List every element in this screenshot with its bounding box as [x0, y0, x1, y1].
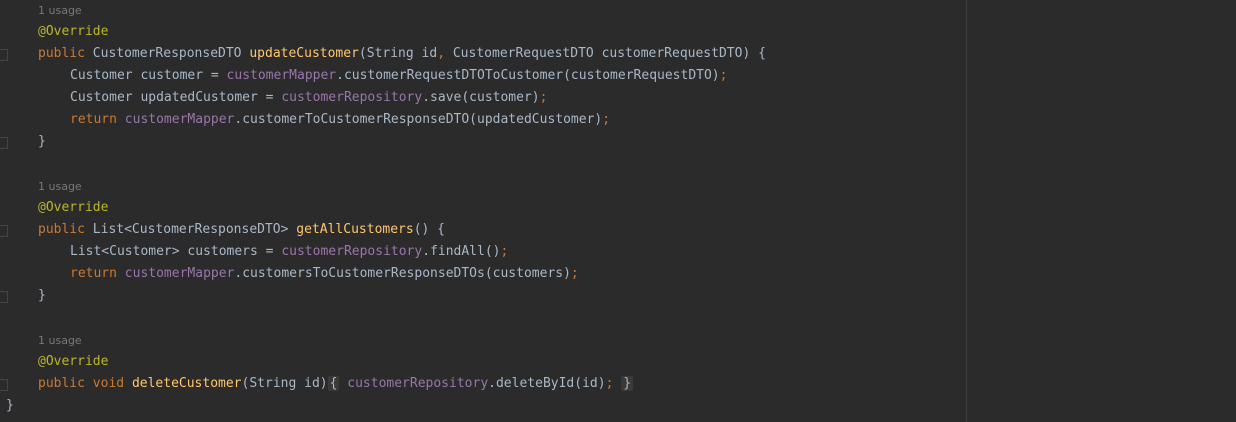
closing-brace: }: [38, 285, 46, 307]
method-call: .customerRequestDTOToCustomer(customerRe…: [336, 68, 720, 83]
annotation-line: @Override: [38, 21, 108, 43]
usage-hint[interactable]: 1 usage: [38, 0, 82, 22]
semicolon: ;: [605, 376, 614, 391]
closing-brace: }: [38, 131, 46, 153]
method-call: .customerToCustomerResponseDTO(updatedCu…: [234, 112, 603, 127]
return-type: List<CustomerResponseDTO>: [92, 222, 289, 237]
usage-hint-text[interactable]: 1 usage: [38, 4, 82, 17]
method-name: getAllCustomers: [296, 222, 414, 237]
field-ref: customerRepository: [347, 376, 489, 391]
usage-hint-text[interactable]: 1 usage: [38, 180, 82, 193]
fold-icon[interactable]: [0, 379, 8, 391]
brace: }: [6, 398, 14, 413]
brace: {: [329, 376, 338, 391]
keyword: public: [38, 376, 85, 391]
override-annotation: @Override: [38, 354, 109, 369]
folded-region[interactable]: {: [327, 376, 340, 391]
method-signature: public void deleteCustomer(String id){ c…: [38, 373, 634, 395]
method-call: .findAll(): [422, 244, 501, 259]
right-margin-guide: [966, 0, 967, 422]
brace: }: [38, 134, 46, 149]
keyword: void: [92, 376, 125, 391]
usage-hint-text[interactable]: 1 usage: [38, 334, 82, 347]
method-name: deleteCustomer: [131, 376, 242, 391]
keyword: public: [38, 222, 85, 237]
code-line: Customer updatedCustomer = customerRepos…: [70, 87, 547, 109]
return-type: CustomerResponseDTO: [92, 46, 242, 61]
usage-hint[interactable]: 1 usage: [38, 176, 82, 198]
method-signature: public CustomerResponseDTO updateCustome…: [38, 43, 766, 65]
fold-icon[interactable]: [0, 225, 8, 237]
code-text: Customer customer =: [70, 68, 227, 83]
brace: }: [623, 376, 632, 391]
method-name: updateCustomer: [249, 46, 359, 61]
params: (String id): [241, 376, 328, 391]
semicolon: ;: [500, 244, 509, 259]
fold-icon[interactable]: [0, 49, 8, 61]
annotation-line: @Override: [38, 197, 108, 219]
semicolon: ;: [602, 112, 611, 127]
brace: }: [38, 288, 46, 303]
method-signature: public List<CustomerResponseDTO> getAllC…: [38, 219, 445, 241]
method-call: .save(customer): [422, 90, 540, 105]
code-line: return customerMapper.customersToCustome…: [70, 263, 579, 285]
override-annotation: @Override: [38, 200, 109, 215]
override-annotation: @Override: [38, 24, 109, 39]
annotation-line: @Override: [38, 351, 108, 373]
keyword: public: [38, 46, 85, 61]
method-call: .customersToCustomerResponseDTOs(custome…: [234, 266, 571, 281]
params: (String id: [358, 46, 438, 61]
keyword: return: [70, 266, 117, 281]
fold-icon[interactable]: [0, 291, 8, 303]
params: CustomerRequestDTO customerRequestDTO) {: [445, 46, 766, 61]
code-text: List<Customer> customers =: [70, 244, 282, 259]
code-line: Customer customer = customerMapper.custo…: [70, 65, 727, 87]
field-ref: customerRepository: [281, 244, 423, 259]
field-ref: customerMapper: [124, 266, 235, 281]
keyword: return: [70, 112, 117, 127]
field-ref: customerMapper: [226, 68, 337, 83]
field-ref: customerRepository: [281, 90, 423, 105]
semicolon: ;: [539, 90, 548, 105]
code-text: Customer updatedCustomer =: [70, 90, 282, 105]
code-line: return customerMapper.customerToCustomer…: [70, 109, 610, 131]
method-call: .deleteById(id): [488, 376, 606, 391]
field-ref: customerMapper: [124, 112, 235, 127]
usage-hint[interactable]: 1 usage: [38, 330, 82, 352]
semicolon: ;: [570, 266, 579, 281]
comma: ,: [437, 46, 446, 61]
class-closing-brace: }: [6, 395, 14, 417]
code-line: List<Customer> customers = customerRepos…: [70, 241, 508, 263]
fold-icon[interactable]: [0, 137, 8, 149]
folded-region[interactable]: }: [621, 376, 634, 391]
code-editor[interactable]: 1 usage @Override public CustomerRespons…: [0, 0, 1236, 422]
semicolon: ;: [719, 68, 728, 83]
params: () {: [413, 222, 446, 237]
